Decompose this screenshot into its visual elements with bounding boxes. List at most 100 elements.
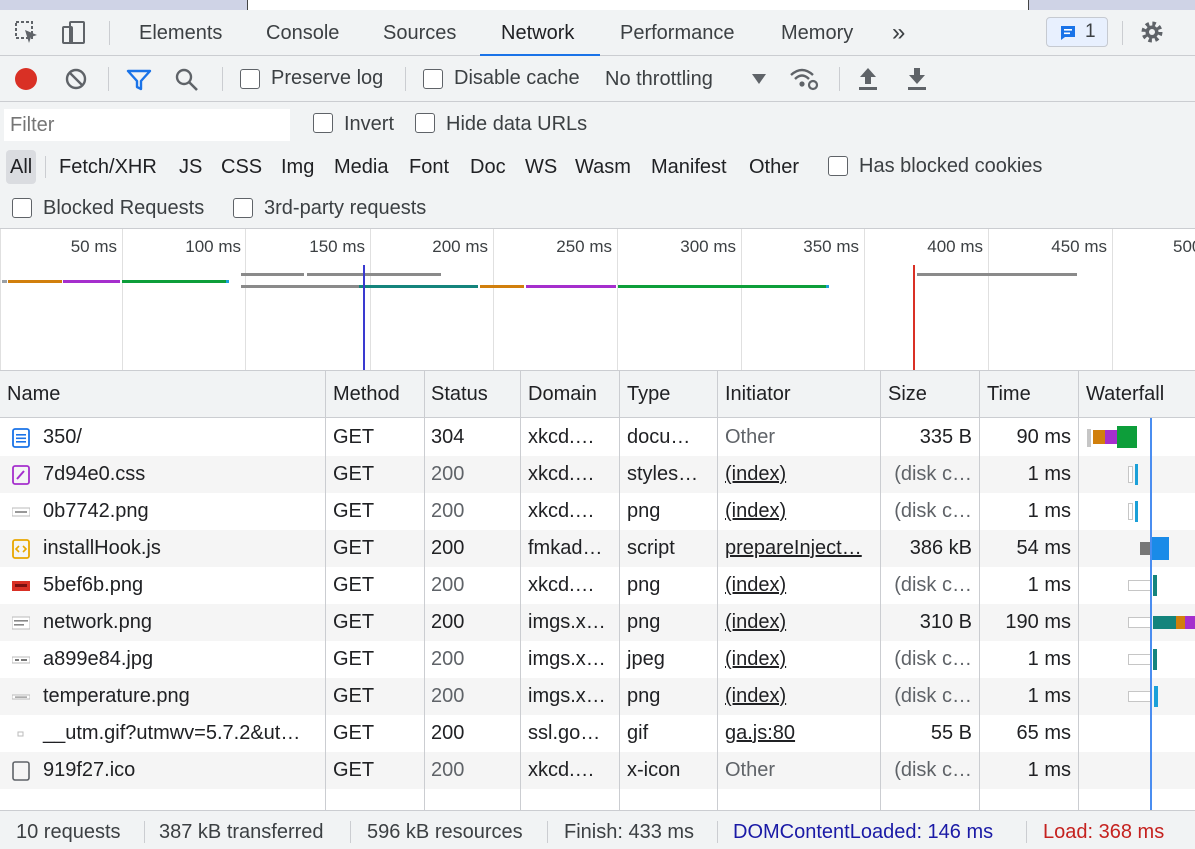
type-filter-all[interactable]: All bbox=[6, 150, 37, 184]
has-blocked-cookies-checkbox[interactable] bbox=[828, 156, 848, 176]
tab-performance[interactable]: Performance bbox=[620, 10, 735, 56]
column-header-initiator[interactable]: Initiator bbox=[718, 371, 791, 418]
table-row[interactable]: 919f27.ico GET 200 xkcd.… x-icon Other (… bbox=[0, 752, 1195, 789]
settings-gear-icon[interactable] bbox=[1139, 19, 1165, 45]
table-row[interactable]: a899e84.jpg GET 200 imgs.x… jpeg (index)… bbox=[0, 641, 1195, 678]
type-filter-manifest[interactable]: Manifest bbox=[651, 150, 727, 184]
image-thumbnail-icon bbox=[12, 616, 30, 630]
request-initiator-link[interactable]: (index) bbox=[718, 604, 881, 641]
column-divider[interactable] bbox=[520, 371, 521, 810]
table-row[interactable]: temperature.png GET 200 imgs.x… png (ind… bbox=[0, 678, 1195, 715]
network-conditions-icon[interactable] bbox=[788, 66, 820, 92]
table-row[interactable]: installHook.js GET 200 fmkad… script pre… bbox=[0, 530, 1195, 567]
issues-badge[interactable]: 1 bbox=[1046, 17, 1108, 47]
document-file-icon bbox=[12, 428, 30, 448]
table-row[interactable]: 350/ GET 304 xkcd.… docu… Other 335 B 90… bbox=[0, 419, 1195, 456]
request-domain: imgs.x… bbox=[528, 611, 606, 633]
request-initiator-link[interactable]: (index) bbox=[718, 678, 881, 715]
image-thumbnail-icon bbox=[12, 694, 30, 700]
table-row[interactable]: 0b7742.png GET 200 xkcd.… png (index) (d… bbox=[0, 493, 1195, 530]
table-row[interactable]: __utm.gif?utmwv=5.7.2&ut… GET 200 ssl.go… bbox=[0, 715, 1195, 752]
third-party-requests-checkbox[interactable] bbox=[233, 198, 253, 218]
record-icon[interactable] bbox=[13, 66, 39, 92]
request-type: png bbox=[627, 685, 661, 707]
request-method: GET bbox=[333, 426, 375, 448]
type-filter-other[interactable]: Other bbox=[749, 150, 799, 184]
invert-checkbox[interactable] bbox=[313, 113, 333, 133]
request-time: 190 ms bbox=[1005, 611, 1071, 633]
throttling-select[interactable]: No throttling bbox=[605, 68, 713, 91]
divider bbox=[45, 156, 46, 178]
tab-sources[interactable]: Sources bbox=[383, 10, 456, 56]
column-header-domain[interactable]: Domain bbox=[521, 371, 597, 418]
type-filter-img[interactable]: Img bbox=[281, 150, 314, 184]
tab-console[interactable]: Console bbox=[266, 10, 339, 56]
column-header-size[interactable]: Size bbox=[881, 371, 927, 418]
search-icon[interactable] bbox=[174, 67, 200, 93]
request-initiator-link[interactable]: (index) bbox=[718, 456, 881, 493]
type-filter-media[interactable]: Media bbox=[334, 150, 388, 184]
waterfall-bar bbox=[1087, 429, 1091, 447]
device-toolbar-icon[interactable] bbox=[60, 20, 86, 46]
table-row[interactable]: 7d94e0.css GET 200 xkcd.… styles… (index… bbox=[0, 456, 1195, 493]
request-initiator-link[interactable]: (index) bbox=[718, 641, 881, 678]
type-filter-wasm[interactable]: Wasm bbox=[575, 150, 631, 184]
request-domain: imgs.x… bbox=[528, 685, 606, 707]
request-initiator-link[interactable]: (index) bbox=[718, 493, 881, 530]
request-domain: xkcd.… bbox=[528, 500, 595, 522]
tab-elements[interactable]: Elements bbox=[139, 10, 222, 56]
column-divider[interactable] bbox=[1078, 371, 1079, 810]
hide-data-urls-checkbox[interactable] bbox=[415, 113, 435, 133]
filter-funnel-icon[interactable] bbox=[126, 67, 152, 93]
preserve-log-checkbox[interactable] bbox=[240, 69, 260, 89]
column-divider[interactable] bbox=[979, 371, 980, 810]
overview-bar bbox=[359, 285, 478, 288]
overview-timeline[interactable]: 50 ms 100 ms 150 ms 200 ms 250 ms 300 ms… bbox=[0, 229, 1195, 371]
column-divider[interactable] bbox=[619, 371, 620, 810]
grid-line bbox=[245, 229, 246, 370]
request-type: x-icon bbox=[627, 759, 681, 781]
request-size: (disk c… bbox=[894, 500, 972, 522]
waterfall-bar bbox=[1093, 430, 1105, 444]
column-header-method[interactable]: Method bbox=[326, 371, 400, 418]
request-name: 5bef6b.png bbox=[43, 574, 144, 596]
image-thumbnail-icon bbox=[12, 507, 30, 517]
grid-line bbox=[864, 229, 865, 370]
type-filter-ws[interactable]: WS bbox=[525, 150, 557, 184]
tab-memory[interactable]: Memory bbox=[781, 10, 853, 56]
column-header-name[interactable]: Name bbox=[0, 371, 60, 418]
column-header-waterfall[interactable]: Waterfall bbox=[1079, 371, 1164, 418]
column-divider[interactable] bbox=[880, 371, 881, 810]
type-filter-css[interactable]: CSS bbox=[221, 150, 262, 184]
blocked-requests-checkbox[interactable] bbox=[12, 198, 32, 218]
type-filter-doc[interactable]: Doc bbox=[470, 150, 506, 184]
disable-cache-checkbox[interactable] bbox=[423, 69, 443, 89]
column-header-status[interactable]: Status bbox=[424, 371, 488, 418]
table-header: Name Method Status Domain Type Initiator… bbox=[0, 371, 1195, 418]
table-row[interactable]: network.png GET 200 imgs.x… png (index) … bbox=[0, 604, 1195, 641]
tab-network[interactable]: Network bbox=[501, 10, 574, 56]
type-filter-font[interactable]: Font bbox=[409, 150, 449, 184]
request-size: (disk c… bbox=[894, 685, 972, 707]
waterfall-bar bbox=[1128, 654, 1152, 665]
export-har-download-icon[interactable] bbox=[906, 66, 928, 92]
column-divider[interactable] bbox=[424, 371, 425, 810]
more-tabs-chevron-icon[interactable]: » bbox=[892, 10, 905, 56]
request-initiator-link[interactable]: ga.js:80 bbox=[718, 715, 881, 752]
dropdown-arrow-icon[interactable] bbox=[751, 72, 767, 86]
column-header-time[interactable]: Time bbox=[980, 371, 1031, 418]
table-row[interactable]: 5bef6b.png GET 200 xkcd.… png (index) (d… bbox=[0, 567, 1195, 604]
inspect-element-icon[interactable] bbox=[14, 20, 40, 46]
type-filter-js[interactable]: JS bbox=[179, 150, 202, 184]
filter-input[interactable] bbox=[4, 109, 290, 141]
request-name: a899e84.jpg bbox=[43, 648, 154, 670]
request-initiator-link[interactable]: prepareInject… bbox=[718, 530, 881, 567]
column-header-type[interactable]: Type bbox=[620, 371, 670, 418]
column-divider[interactable] bbox=[325, 371, 326, 810]
request-name: 350/ bbox=[43, 426, 82, 448]
import-har-upload-icon[interactable] bbox=[857, 66, 879, 92]
clear-icon[interactable] bbox=[64, 67, 88, 91]
type-filter-fetch-xhr[interactable]: Fetch/XHR bbox=[59, 150, 157, 184]
request-initiator-link[interactable]: (index) bbox=[718, 567, 881, 604]
column-divider[interactable] bbox=[717, 371, 718, 810]
